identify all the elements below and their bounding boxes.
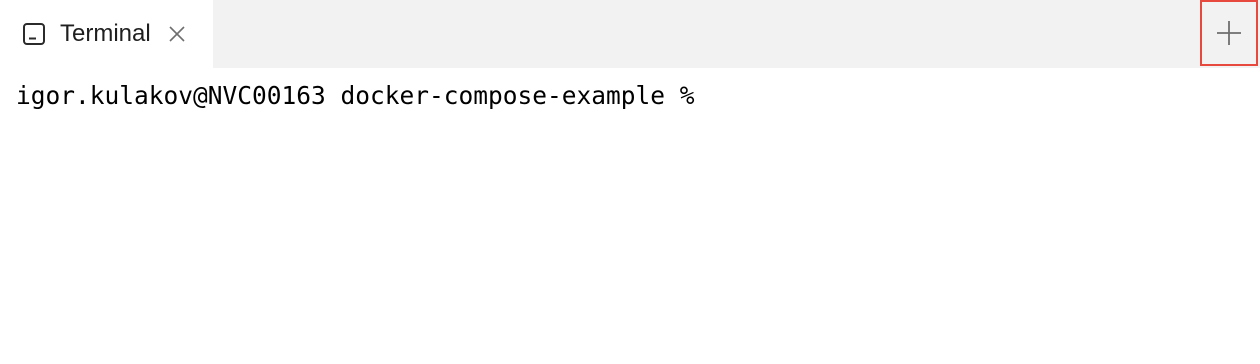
terminal-icon (22, 22, 46, 46)
tab-terminal[interactable]: Terminal (0, 0, 213, 68)
tab-label: Terminal (60, 20, 151, 47)
terminal-window: Terminal igor.kulakov@NVC00163 docker-co… (0, 0, 1260, 364)
terminal-output-area[interactable]: igor.kulakov@NVC00163 docker-compose-exa… (0, 68, 1260, 364)
tab-bar: Terminal (0, 0, 1260, 68)
terminal-prompt: igor.kulakov@NVC00163 docker-compose-exa… (16, 81, 695, 110)
plus-icon (1216, 20, 1242, 46)
new-tab-button[interactable] (1200, 0, 1258, 66)
close-icon[interactable] (167, 24, 187, 44)
